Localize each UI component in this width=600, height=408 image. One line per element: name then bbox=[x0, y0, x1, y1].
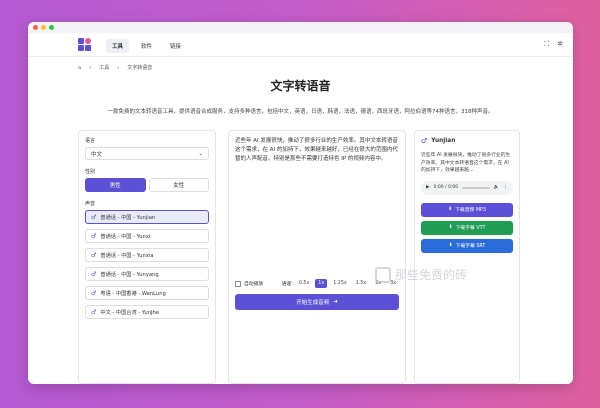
male-icon: ♂ bbox=[91, 213, 97, 221]
autoplay-checkbox[interactable] bbox=[235, 280, 241, 287]
window-titlebar bbox=[28, 22, 573, 33]
speed-option[interactable]: 1x bbox=[315, 279, 328, 288]
voice-settings-panel: 语言 中文 ⌄ 性别 男性 女性 声音 ♂ 普通话 - 中国 - Yunjian … bbox=[78, 130, 216, 384]
chevron-down-icon: ⌄ bbox=[198, 150, 203, 157]
download-vtt-label: 下载字幕 VTT bbox=[455, 226, 486, 231]
top-nav: 工具 软件 链接 ⛶ ✲ bbox=[28, 33, 573, 57]
male-icon: ♂ bbox=[421, 137, 428, 145]
speed-label: 语速: bbox=[281, 282, 293, 287]
download-icon: ⬇ bbox=[448, 207, 453, 212]
voice-option-label: 普通话 - 中国 - Yunxi bbox=[100, 233, 151, 240]
app-window: 工具 软件 链接 ⛶ ✲ ⌂ › 工具 › 文字转语音 文字转语音 一款免费的文… bbox=[28, 22, 573, 384]
maximize-window-button[interactable] bbox=[49, 25, 54, 30]
breadcrumb: ⌂ › 工具 › 文字转语音 bbox=[78, 64, 153, 72]
male-icon: ♂ bbox=[91, 232, 97, 240]
speed-option[interactable]: 1.25x bbox=[330, 279, 350, 288]
volume-icon[interactable]: 🔈 bbox=[494, 185, 500, 190]
download-vtt-button[interactable]: ⬇ 下载字幕 VTT bbox=[421, 220, 513, 235]
download-mp3-label: 下载音频 MP3 bbox=[455, 208, 486, 213]
male-icon: ♂ bbox=[91, 289, 97, 297]
minimize-window-button[interactable] bbox=[41, 25, 46, 30]
watermark-text: 那些免费的砖 bbox=[395, 268, 468, 282]
audio-time: 0:00 / 0:00 bbox=[433, 185, 459, 190]
download-srt-label: 下载字幕 SRT bbox=[455, 244, 486, 249]
voice-option[interactable]: ♂ 普通话 - 中国 - Yunxia bbox=[85, 248, 209, 262]
close-window-button[interactable] bbox=[33, 25, 38, 30]
download-srt-button[interactable]: ⬇ 下载字幕 SRT bbox=[421, 238, 513, 253]
male-icon: ♂ bbox=[91, 308, 97, 316]
audio-progress-bar[interactable] bbox=[462, 186, 490, 189]
voice-option[interactable]: ♂ 粤语 - 中国香港 - WanLung bbox=[85, 286, 209, 300]
language-select[interactable]: 中文 ⌄ bbox=[85, 147, 209, 160]
breadcrumb-tools[interactable]: 工具 bbox=[99, 64, 109, 71]
watermark-logo-icon bbox=[375, 266, 391, 283]
fullscreen-icon[interactable]: ⛶ bbox=[544, 40, 549, 49]
speed-option[interactable]: 0.5x bbox=[296, 279, 312, 288]
voice-option-label: 普通话 - 中国 - Yunyang bbox=[100, 271, 159, 278]
voice-option[interactable]: ♂ 普通话 - 中国 - Yunyang bbox=[85, 267, 209, 281]
nav-link-software[interactable]: 软件 bbox=[135, 39, 158, 53]
language-value: 中文 bbox=[91, 151, 103, 158]
result-panel: ♂ Yunjian 近些年 AI 发展很快，推动了很多行业的生产效率。其中文本转… bbox=[414, 130, 520, 384]
generate-audio-button[interactable]: 开始生成音频 ➜ bbox=[235, 294, 399, 310]
more-options-icon[interactable]: ⋮ bbox=[504, 185, 509, 190]
gender-male-button[interactable]: 男性 bbox=[85, 178, 146, 192]
breadcrumb-separator-icon: › bbox=[117, 64, 120, 71]
result-text-preview: 近些年 AI 发展很快，推动了很多行业的生产效率。其中文本转语音这个需求，在 A… bbox=[421, 153, 511, 173]
page-subtitle: 一款免费的文本转语音工具，提供语音合成服务，支持多种语言，包括中文，英语，日语，… bbox=[107, 109, 494, 115]
language-label: 语言 bbox=[85, 138, 96, 144]
download-icon: ⬇ bbox=[448, 225, 453, 230]
breadcrumb-separator-icon: › bbox=[89, 64, 92, 71]
male-icon: ♂ bbox=[91, 270, 97, 278]
play-icon[interactable]: ▶ bbox=[426, 185, 429, 190]
autoplay-label: 自动播放 bbox=[244, 282, 264, 287]
voice-label: 声音 bbox=[85, 201, 96, 207]
voice-option[interactable]: ♂ 普通话 - 中国 - Yunxi bbox=[85, 229, 209, 243]
speed-option[interactable]: 1.5x bbox=[353, 279, 369, 288]
watermark: 那些免费的砖 bbox=[375, 266, 467, 283]
page-title: 文字转语音 bbox=[270, 79, 331, 93]
voice-option-label: 中文 - 中国台湾 - YunJhe bbox=[100, 309, 160, 316]
download-mp3-button[interactable]: ⬇ 下载音频 MP3 bbox=[421, 202, 513, 217]
theme-toggle-icon[interactable]: ✲ bbox=[557, 40, 563, 49]
nav-link-links[interactable]: 链接 bbox=[164, 39, 187, 53]
home-icon[interactable]: ⌂ bbox=[78, 65, 81, 71]
voice-option[interactable]: ♂ 中文 - 中国台湾 - YunJhe bbox=[85, 305, 209, 319]
breadcrumb-current: 文字转语音 bbox=[127, 65, 153, 71]
voice-option[interactable]: ♂ 普通话 - 中国 - Yunjian bbox=[85, 210, 209, 224]
text-input-panel: 近些年 AI 发展很快，推动了很多行业的生产效率。其中文本转语音这个需求，在 A… bbox=[228, 130, 406, 384]
result-voice-name: Yunjian bbox=[431, 138, 456, 144]
arrow-right-icon: ➜ bbox=[333, 299, 338, 305]
audio-player[interactable]: ▶ 0:00 / 0:00 🔈 ⋮ bbox=[421, 180, 513, 195]
site-logo-icon[interactable] bbox=[78, 38, 91, 51]
generate-audio-label: 开始生成音频 bbox=[296, 300, 330, 306]
gender-female-button[interactable]: 女性 bbox=[148, 178, 209, 192]
voice-option-label: 粤语 - 中国香港 - WanLung bbox=[100, 290, 166, 297]
nav-link-tools[interactable]: 工具 bbox=[106, 39, 130, 53]
download-icon: ⬇ bbox=[448, 243, 453, 248]
text-input-area[interactable]: 近些年 AI 发展很快，推动了很多行业的生产效率。其中文本转语音这个需求，在 A… bbox=[235, 137, 399, 277]
gender-label: 性别 bbox=[85, 169, 96, 175]
voice-option-label: 普通话 - 中国 - Yunjian bbox=[100, 214, 156, 221]
male-icon: ♂ bbox=[91, 251, 97, 259]
voice-option-label: 普通话 - 中国 - Yunxia bbox=[100, 252, 154, 259]
